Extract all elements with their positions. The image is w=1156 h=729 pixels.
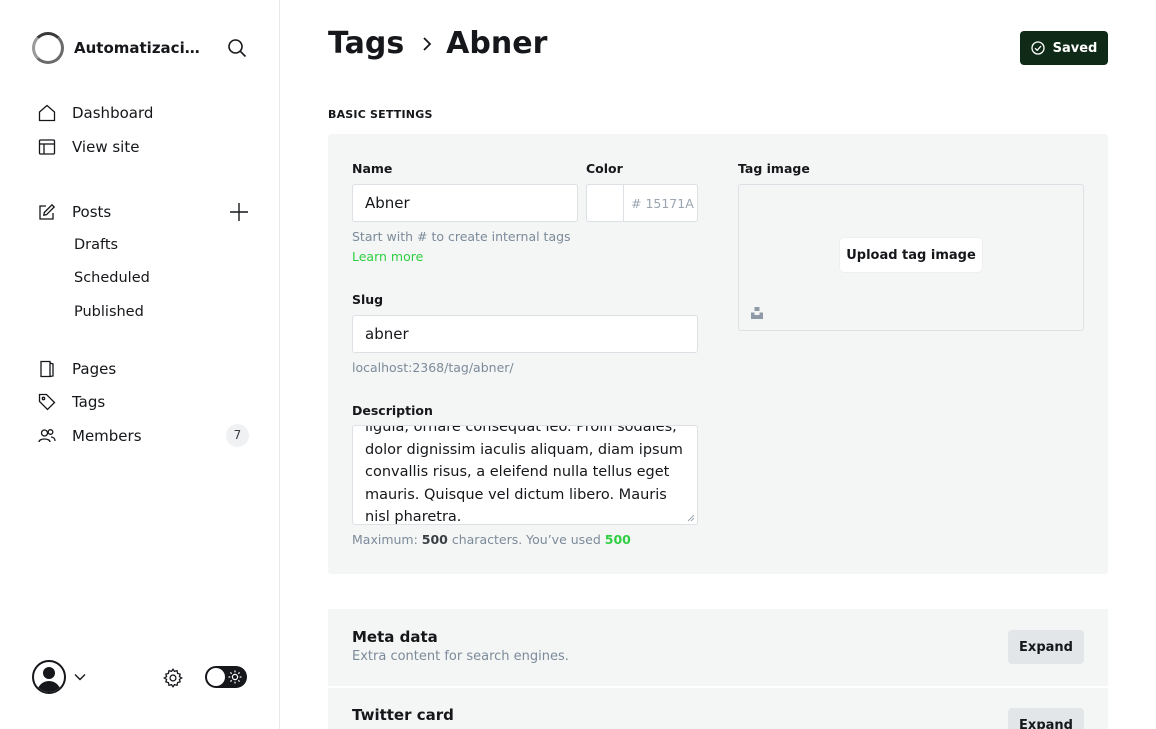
section-title: BASIC SETTINGS xyxy=(328,108,433,121)
new-post-plus-icon[interactable] xyxy=(229,202,249,222)
theme-toggle[interactable] xyxy=(205,666,247,688)
nav-view-site-label: View site xyxy=(72,138,140,156)
color-swatch[interactable] xyxy=(586,184,624,222)
search-icon[interactable] xyxy=(227,38,247,58)
members-icon xyxy=(38,427,56,445)
description-text: ligula, ornare consequat leo. Proin soda… xyxy=(365,425,683,525)
nav-scheduled[interactable]: Scheduled xyxy=(74,267,150,289)
nav-members-label: Members xyxy=(72,427,142,445)
nav-posts[interactable]: Posts xyxy=(38,200,111,224)
counter-max: 500 xyxy=(421,532,448,547)
user-avatar[interactable] xyxy=(32,660,66,694)
check-circle-icon xyxy=(1030,41,1045,55)
breadcrumb-parent[interactable]: Tags xyxy=(328,26,404,61)
twitter-card-panel: Twitter card Expand xyxy=(328,688,1108,729)
chevron-right-icon xyxy=(423,36,432,51)
slug-input[interactable]: abner xyxy=(352,315,698,353)
tag-image-label: Tag image xyxy=(738,161,810,176)
nav-view-site[interactable]: View site xyxy=(38,135,139,159)
counter-prefix: Maximum: xyxy=(352,532,422,547)
nav-tags-label: Tags xyxy=(72,393,106,411)
nav-dashboard-label: Dashboard xyxy=(72,104,154,122)
character-counter: Maximum: 500 characters. You’ve used 500 xyxy=(352,532,631,547)
members-count-badge: 7 xyxy=(226,424,249,447)
meta-data-expand-button[interactable]: Expand xyxy=(1008,630,1084,664)
upload-tag-image-button[interactable]: Upload tag image xyxy=(840,238,982,272)
nav-tags[interactable]: Tags xyxy=(38,390,105,414)
resize-grip-icon[interactable] xyxy=(687,514,695,522)
slug-url: localhost:2368/tag/abner/ xyxy=(352,360,514,375)
name-input[interactable]: Abner xyxy=(352,184,578,222)
nav-members[interactable]: Members xyxy=(38,424,142,448)
nav-posts-label: Posts xyxy=(72,203,112,221)
meta-data-title: Meta data xyxy=(352,628,438,646)
saved-label: Saved xyxy=(1052,40,1098,56)
layout-icon xyxy=(38,138,56,156)
unsplash-icon[interactable] xyxy=(750,306,764,320)
page-icon xyxy=(38,360,56,378)
counter-mid: characters. You’ve used xyxy=(447,532,605,547)
nav-dashboard[interactable]: Dashboard xyxy=(38,101,153,125)
saved-button[interactable]: Saved xyxy=(1020,31,1108,65)
name-label: Name xyxy=(352,161,393,176)
tag-icon xyxy=(38,393,56,411)
nav-drafts[interactable]: Drafts xyxy=(74,234,118,256)
edit-icon xyxy=(38,203,56,221)
toggle-knob xyxy=(207,668,225,686)
nav-pages-label: Pages xyxy=(72,360,117,378)
site-logo xyxy=(32,32,64,64)
home-icon xyxy=(38,104,56,122)
sun-icon xyxy=(228,670,242,684)
counter-used: 500 xyxy=(604,532,631,547)
color-label: Color xyxy=(586,161,623,176)
description-label: Description xyxy=(352,403,433,418)
twitter-card-expand-button[interactable]: Expand xyxy=(1008,708,1084,729)
nav-pages[interactable]: Pages xyxy=(38,357,116,381)
chevron-down-icon[interactable] xyxy=(73,670,87,684)
description-textarea[interactable]: ligula, ornare consequat leo. Proin soda… xyxy=(352,425,698,525)
slug-label: Slug xyxy=(352,292,384,307)
meta-data-panel: Meta data Extra content for search engin… xyxy=(328,609,1108,686)
meta-data-subtitle: Extra content for search engines. xyxy=(352,649,569,664)
gear-icon[interactable] xyxy=(162,667,184,689)
twitter-card-title: Twitter card xyxy=(352,706,454,724)
sidebar: Automatizaciones Dashboard View site Pos… xyxy=(0,0,280,729)
nav-published[interactable]: Published xyxy=(74,301,144,323)
learn-more-link[interactable]: Learn more xyxy=(352,249,423,264)
site-brand[interactable]: Automatizaciones xyxy=(32,32,208,64)
breadcrumb: Tags Abner xyxy=(328,26,547,61)
name-hint: Start with # to create internal tags xyxy=(352,229,571,244)
page-title: Abner xyxy=(446,26,548,61)
color-hex-input[interactable]: # 15171A xyxy=(623,184,698,222)
site-name: Automatizaciones xyxy=(74,39,208,57)
